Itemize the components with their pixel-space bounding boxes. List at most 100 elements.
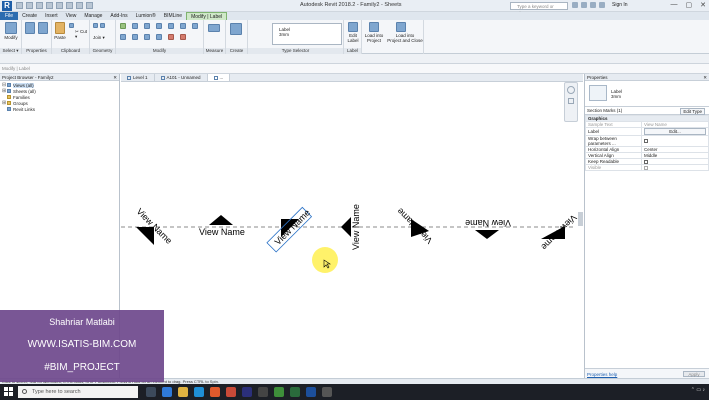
tree-item-revit-links[interactable]: Revit Links: [2, 106, 117, 112]
app-icon[interactable]: [258, 387, 268, 397]
sign-in-link[interactable]: Sign In: [612, 2, 628, 8]
tab-view[interactable]: View: [62, 12, 81, 20]
modify-button[interactable]: Modify: [0, 35, 22, 40]
minimize-button[interactable]: —: [671, 1, 678, 9]
drawing-canvas[interactable]: View Name View Name View Name View Name …: [121, 82, 583, 378]
apply-button[interactable]: Apply: [683, 371, 705, 377]
zoom-icon[interactable]: [568, 98, 574, 104]
array-icon[interactable]: [144, 34, 150, 40]
tab-a101[interactable]: A101 - Unnamed: [155, 74, 208, 81]
canvas-scrollbar[interactable]: [578, 212, 583, 226]
section-head-triangle[interactable]: [209, 215, 233, 225]
excel-icon[interactable]: [290, 387, 300, 397]
windows-start-icon[interactable]: [4, 387, 14, 397]
paste-icon[interactable]: [55, 22, 65, 34]
tab-manage[interactable]: Manage: [80, 12, 106, 20]
view-name-label[interactable]: View Name: [395, 206, 434, 245]
open-icon[interactable]: [16, 2, 23, 9]
load-and-close-icon[interactable]: [396, 22, 406, 32]
measure-icon[interactable]: [66, 2, 73, 9]
navigation-bar[interactable]: [564, 82, 578, 122]
firefox-icon[interactable]: [210, 387, 220, 397]
measure-icon[interactable]: [208, 24, 220, 32]
load-into-project-icon[interactable]: [369, 22, 379, 32]
edge-icon[interactable]: [162, 387, 172, 397]
properties-icon[interactable]: [25, 22, 35, 34]
split-icon[interactable]: [132, 34, 138, 40]
wrap-checkbox[interactable]: [644, 139, 648, 144]
trim-icon[interactable]: [120, 34, 126, 40]
app-icon[interactable]: [322, 387, 332, 397]
system-tray[interactable]: ⌃ ▭ ♪: [691, 387, 705, 393]
redo-icon[interactable]: [46, 2, 53, 9]
tab-level-1[interactable]: Level 1: [121, 74, 155, 81]
type-properties-icon[interactable]: [38, 22, 48, 34]
tab-file[interactable]: File: [0, 12, 19, 20]
view-name-label[interactable]: View Name: [465, 218, 511, 228]
close-icon[interactable]: ✕: [703, 74, 707, 81]
undo-icon[interactable]: [36, 2, 43, 9]
close-icon[interactable]: ✕: [113, 74, 117, 81]
offset-icon[interactable]: [132, 23, 138, 29]
3d-view-icon[interactable]: [86, 2, 93, 9]
copy-element-icon[interactable]: [180, 23, 186, 29]
premiere-icon[interactable]: [242, 387, 252, 397]
task-view-icon[interactable]: [146, 387, 156, 397]
close-button[interactable]: ✕: [700, 1, 706, 9]
section-head-triangle[interactable]: [341, 217, 351, 237]
join-button[interactable]: Join ▾: [93, 35, 113, 40]
keep-readable-checkbox[interactable]: [644, 159, 648, 164]
revit-taskbar-icon[interactable]: [306, 387, 316, 397]
steering-wheel-icon[interactable]: [567, 86, 575, 94]
visible-checkbox[interactable]: [644, 165, 648, 170]
star-icon[interactable]: [590, 2, 596, 8]
maximize-button[interactable]: ▢: [686, 1, 693, 9]
load-into-project-button[interactable]: Load into Project: [362, 33, 386, 43]
view-name-label[interactable]: View Name: [351, 204, 361, 250]
cut-button[interactable]: ✂ Cut ▾: [75, 29, 90, 39]
subscription-icon[interactable]: [581, 2, 587, 8]
pin-icon[interactable]: [168, 34, 174, 40]
edit-type-button[interactable]: Edit Type: [680, 108, 705, 115]
label-edit-button[interactable]: Edit...: [644, 128, 706, 135]
tab-lumion[interactable]: Lumion®: [132, 12, 160, 20]
file-explorer-icon[interactable]: [178, 387, 188, 397]
print-icon[interactable]: [56, 2, 63, 9]
tab-insert[interactable]: Insert: [41, 12, 62, 20]
cut-geometry-icon[interactable]: [100, 23, 105, 28]
tab-create[interactable]: Create: [18, 12, 41, 20]
move-icon[interactable]: [168, 23, 174, 29]
delete-icon[interactable]: [180, 34, 186, 40]
view-name-label[interactable]: View Name: [135, 206, 174, 245]
tab-active-view[interactable]: ...: [207, 74, 231, 81]
section-head-triangle[interactable]: [475, 230, 499, 239]
view-name-label[interactable]: View Name: [539, 213, 578, 252]
media-player-icon[interactable]: [226, 387, 236, 397]
tab-add-ins[interactable]: Add-Ins: [106, 12, 131, 20]
user-icon[interactable]: [599, 2, 605, 8]
modify-arrow-icon[interactable]: [5, 22, 17, 34]
telegram-icon[interactable]: [194, 387, 204, 397]
help-search-input[interactable]: Type a keyword or phrase: [510, 2, 568, 16]
text-icon[interactable]: [76, 2, 83, 9]
align-icon[interactable]: [120, 23, 126, 29]
paste-button[interactable]: Paste: [52, 35, 68, 40]
instance-filter[interactable]: Section Marks (1) Edit Type: [585, 107, 709, 115]
load-and-close-button[interactable]: Load into Project and Close: [386, 33, 424, 43]
create-similar-icon[interactable]: [230, 23, 242, 35]
mirror-axis-icon[interactable]: [144, 23, 150, 29]
type-selector[interactable]: Label 3mm: [585, 81, 709, 107]
edit-label-button[interactable]: Edit Label: [344, 33, 362, 43]
type-selector-dropdown[interactable]: Label 3mm: [272, 23, 342, 45]
cope-icon[interactable]: [93, 23, 98, 28]
copy-icon[interactable]: [69, 23, 74, 28]
selected-label-group[interactable]: View Name: [266, 206, 313, 253]
taskbar-search-input[interactable]: Type here to search: [18, 386, 138, 398]
save-icon[interactable]: [26, 2, 33, 9]
tab-bimline[interactable]: BIMLine: [160, 12, 186, 20]
view-name-label[interactable]: View Name: [199, 227, 245, 237]
revit-logo-icon[interactable]: R: [2, 1, 12, 11]
mirror-draw-icon[interactable]: [156, 23, 162, 29]
properties-help-link[interactable]: Properties help: [587, 372, 617, 377]
binoculars-icon[interactable]: [572, 2, 578, 8]
